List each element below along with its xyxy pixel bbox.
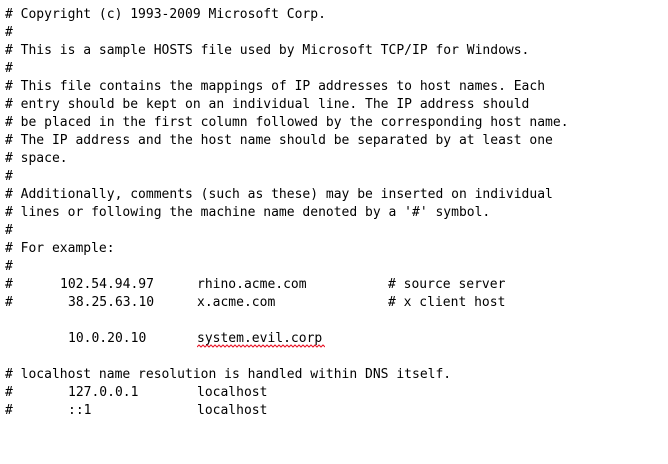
comment-line: # For example: [5, 241, 115, 256]
localhost-entry-line: # ::1 localhost [5, 402, 605, 420]
spellcheck-underline [197, 344, 325, 348]
ip-address: 127.0.0.1 [68, 385, 139, 400]
comment-hash: # [5, 277, 13, 292]
localhost-entry-line: # 127.0.0.1 localhost [5, 384, 605, 402]
ip-address: ::1 [68, 403, 92, 418]
comment-line: # This file contains the mappings of IP … [5, 79, 546, 94]
comment-line: # [5, 259, 13, 274]
hosts-file-editor[interactable]: # Copyright (c) 1993-2009 Microsoft Corp… [0, 0, 668, 464]
comment-line: # [5, 223, 13, 238]
ip-address: 38.25.63.10 [68, 295, 155, 310]
comment-line: # be placed in the first column followed… [5, 115, 569, 130]
comment-line: # This is a sample HOSTS file used by Mi… [5, 43, 530, 58]
comment-line: # [5, 25, 13, 40]
ip-address: 102.54.94.97 [60, 277, 154, 292]
comment-line: # [5, 61, 13, 76]
example-entry-line: # 38.25.63.10 x.acme.com # x client host [5, 294, 605, 312]
comment-line: # entry should be kept on an individual … [5, 97, 530, 112]
host-name: localhost [197, 403, 268, 418]
comment-line: # lines or following the machine name de… [5, 205, 491, 220]
comment-line: # space. [5, 151, 68, 166]
trailing-comment: # x client host [388, 295, 506, 310]
comment-line: # The IP address and the host name shoul… [5, 133, 553, 148]
ip-address: 10.0.20.10 [68, 331, 147, 346]
comment-line: # localhost name resolution is handled w… [5, 367, 452, 382]
comment-hash: # [5, 403, 13, 418]
host-name: localhost [197, 385, 268, 400]
comment-line: # Additionally, comments (such as these)… [5, 187, 553, 202]
comment-line: # [5, 169, 13, 184]
comment-line: # Copyright (c) 1993-2009 Microsoft Corp… [5, 7, 326, 22]
host-name: rhino.acme.com [197, 277, 307, 292]
example-entry-line: # 102.54.94.97 rhino.acme.com # source s… [5, 276, 605, 294]
comment-hash: # [5, 385, 13, 400]
host-name: x.acme.com [197, 295, 276, 310]
comment-hash: # [5, 295, 13, 310]
trailing-comment: # source server [388, 277, 506, 292]
